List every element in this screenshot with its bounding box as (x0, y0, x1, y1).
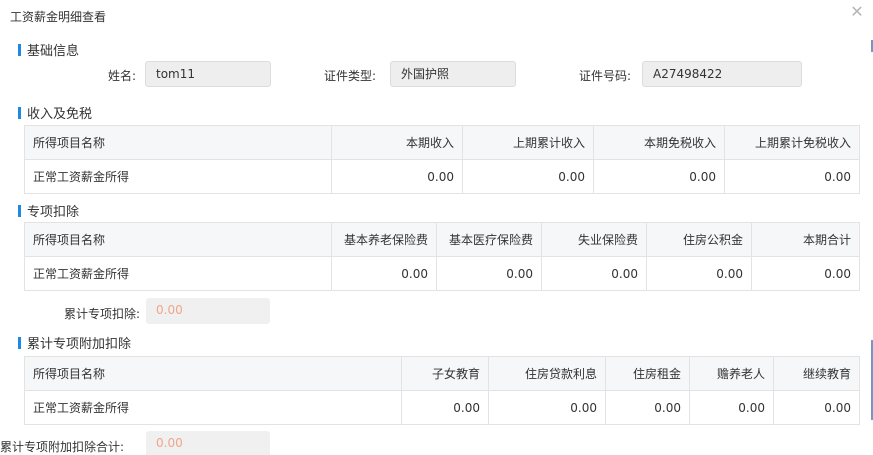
table-cell: 0.00 (488, 390, 606, 425)
special-total-field[interactable]: 0.00 (146, 298, 270, 324)
table-cell: 0.00 (689, 390, 774, 425)
column-header: 继续教育 (773, 356, 860, 391)
column-header: 所得项目名称 (24, 222, 332, 257)
section-income-title: 收入及免税 (27, 107, 93, 122)
special-deduction-table: 所得项目名称 基本养老保险费 基本医疗保险费 失业保险费 住房公积金 本期合计 … (24, 222, 860, 291)
column-header: 所得项目名称 (24, 125, 332, 160)
section-additional-deduction-title: 累计专项附加扣除 (27, 337, 132, 352)
table-cell: 0.00 (751, 256, 860, 291)
section-accent-bar (18, 106, 21, 119)
table-cell: 0.00 (541, 256, 647, 291)
table-cell: 正常工资薪金所得 (24, 256, 332, 291)
section-additional-deduction: 累计专项附加扣除 (18, 333, 131, 352)
table-cell: 正常工资薪金所得 (24, 390, 402, 425)
column-header: 住房公积金 (646, 222, 752, 257)
additional-deduction-table: 所得项目名称 子女教育 住房贷款利息 住房租金 赡养老人 继续教育 正常工资薪金… (24, 356, 860, 425)
id-type-label: 证件类型: (323, 69, 376, 83)
column-header: 上期累计收入 (462, 125, 594, 160)
table-row: 正常工资薪金所得 0.00 0.00 0.00 0.00 0.00 (24, 390, 860, 425)
table-header-row: 所得项目名称 本期收入 上期累计收入 本期免税收入 上期累计免税收入 (24, 125, 860, 160)
table-cell: 正常工资薪金所得 (24, 159, 332, 194)
table-header-row: 所得项目名称 基本养老保险费 基本医疗保险费 失业保险费 住房公积金 本期合计 (24, 222, 860, 257)
column-header: 住房贷款利息 (488, 356, 606, 391)
column-header: 基本养老保险费 (331, 222, 437, 257)
table-cell: 0.00 (462, 159, 594, 194)
table-cell: 0.00 (436, 256, 542, 291)
column-header: 所得项目名称 (24, 356, 402, 391)
name-field[interactable]: tom11 (145, 61, 271, 87)
name-label: 姓名: (107, 69, 136, 83)
dialog-title: 工资薪金明细查看 (10, 10, 107, 24)
close-icon[interactable]: ✕ (849, 4, 865, 20)
table-cell: 0.00 (773, 390, 860, 425)
table-header-row: 所得项目名称 子女教育 住房贷款利息 住房租金 赡养老人 继续教育 (24, 356, 860, 391)
section-income: 收入及免税 (18, 103, 92, 122)
id-number-label: 证件号码: (578, 69, 631, 83)
id-type-field[interactable]: 外国护照 (390, 61, 516, 87)
column-header: 失业保险费 (541, 222, 647, 257)
column-header: 本期免税收入 (593, 125, 725, 160)
additional-total-field[interactable]: 0.00 (146, 431, 270, 455)
table-cell: 0.00 (646, 256, 752, 291)
table-cell: 0.00 (605, 390, 690, 425)
table-row: 正常工资薪金所得 0.00 0.00 0.00 0.00 0.00 (24, 256, 860, 291)
column-header: 上期累计免税收入 (724, 125, 860, 160)
income-table: 所得项目名称 本期收入 上期累计收入 本期免税收入 上期累计免税收入 正常工资薪… (24, 125, 860, 194)
section-basic-info-title: 基础信息 (27, 44, 80, 59)
table-cell: 0.00 (724, 159, 860, 194)
column-header: 子女教育 (401, 356, 489, 391)
special-total-label: 累计专项扣除: (63, 307, 140, 321)
column-header: 本期收入 (331, 125, 463, 160)
table-cell: 0.00 (331, 159, 463, 194)
table-cell: 0.00 (331, 256, 437, 291)
section-special-deduction: 专项扣除 (18, 201, 79, 220)
column-header: 赡养老人 (689, 356, 774, 391)
id-number-field[interactable]: A27498422 (642, 61, 802, 87)
table-cell: 0.00 (593, 159, 725, 194)
column-header: 住房租金 (605, 356, 690, 391)
section-accent-bar (18, 336, 21, 349)
section-basic-info: 基础信息 (18, 40, 79, 59)
additional-total-label: 累计专项附加扣除合计: (0, 440, 125, 454)
column-header: 基本医疗保险费 (436, 222, 542, 257)
table-row: 正常工资薪金所得 0.00 0.00 0.00 0.00 (24, 159, 860, 194)
section-accent-bar (18, 43, 21, 56)
column-header: 本期合计 (751, 222, 860, 257)
section-special-deduction-title: 专项扣除 (27, 205, 80, 220)
table-cell: 0.00 (401, 390, 489, 425)
section-accent-bar (18, 204, 21, 217)
